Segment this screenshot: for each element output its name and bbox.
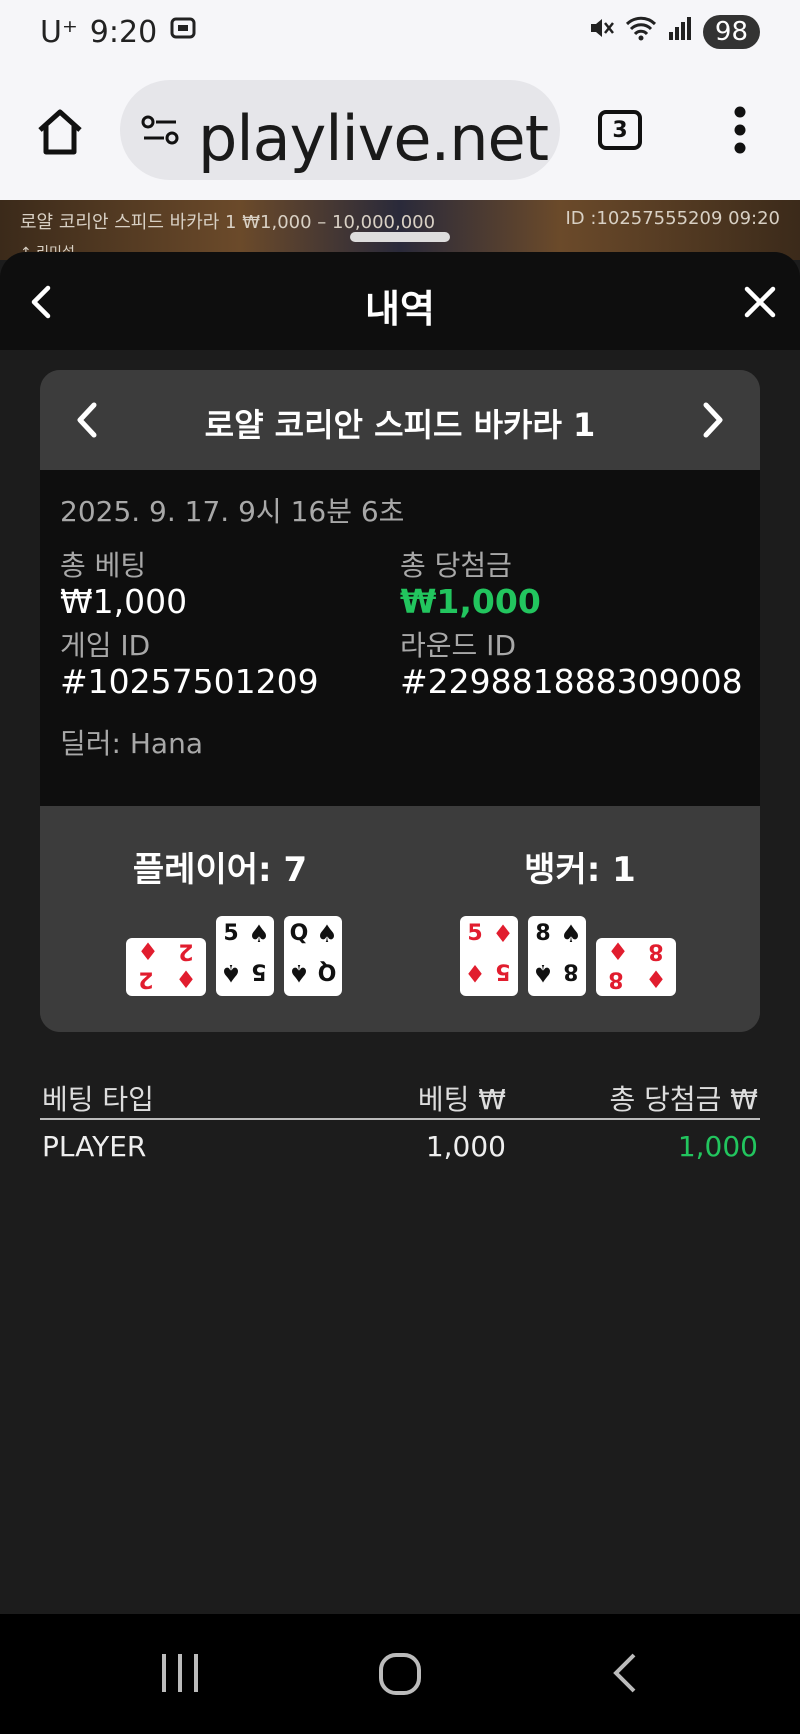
bet-type-cell: PLAYER	[42, 1130, 147, 1163]
svg-text:♠: ♠	[288, 959, 310, 987]
svg-text:Q: Q	[290, 921, 309, 946]
svg-text:5: 5	[495, 959, 510, 984]
screenshot-icon	[169, 14, 197, 50]
svg-text:♦: ♦	[607, 938, 629, 966]
col-bet-type: 베팅 타입	[42, 1083, 154, 1116]
battery-indicator: 98	[702, 15, 760, 49]
playing-card: 5 ♦ ♦ 5	[460, 916, 518, 996]
svg-text:♦: ♦	[492, 920, 514, 948]
playing-card: ♦ 8 8 ♦	[596, 938, 676, 996]
col-bet-amount: 베팅 ₩	[417, 1083, 506, 1116]
table-name: 로얄 코리안 스피드 바카라 1	[204, 406, 596, 444]
url-text: playlive.net	[198, 102, 549, 175]
svg-text:2: 2	[178, 939, 193, 964]
svg-text:♠: ♠	[560, 920, 582, 948]
tab-switcher-button[interactable]: 3	[598, 110, 642, 150]
svg-text:♠: ♠	[316, 920, 338, 948]
round-card: 로얄 코리안 스피드 바카라 1 2025. 9. 17. 9시 16분 6초 …	[40, 370, 760, 1032]
svg-text:8: 8	[648, 939, 663, 964]
home-icon[interactable]	[30, 104, 90, 160]
banker-hand-title: 뱅커: 1	[524, 850, 636, 890]
round-card-header: 로얄 코리안 스피드 바카라 1	[40, 370, 760, 470]
playing-card: ♦ 2 2 ♦	[126, 938, 206, 996]
svg-text:♦: ♦	[137, 938, 159, 966]
svg-text:♠: ♠	[248, 920, 270, 948]
round-details: 2025. 9. 17. 9시 16분 6초 총 베팅 ₩1,000 총 당첨금…	[40, 470, 760, 806]
system-nav-bar	[0, 1614, 800, 1734]
svg-text:8: 8	[563, 959, 578, 984]
round-id-label: 라운드 ID	[400, 629, 516, 662]
svg-text:5: 5	[223, 921, 238, 946]
game-id-label: 게임 ID	[60, 629, 151, 662]
svg-text:♦: ♦	[175, 966, 197, 994]
back-nav-icon[interactable]	[600, 1648, 650, 1698]
svg-text:8: 8	[608, 967, 623, 992]
col-total-win: 총 당첨금 ₩	[609, 1083, 758, 1116]
browser-toolbar: playlive.net 3	[0, 64, 800, 200]
bet-amount-cell: 1,000	[425, 1130, 506, 1163]
svg-text:2: 2	[138, 967, 153, 992]
svg-text:♠: ♠	[532, 959, 554, 987]
more-menu-icon[interactable]	[718, 100, 762, 160]
clock: 9:20	[89, 14, 158, 50]
status-bar: U⁺ 9:20 98	[0, 0, 800, 64]
mute-icon	[587, 14, 615, 50]
svg-text:♦: ♦	[645, 966, 667, 994]
sheet-title: 내역	[365, 287, 435, 331]
svg-text:♦: ♦	[464, 959, 486, 987]
game-strip-id: ID :10257555209 09:20	[565, 208, 780, 229]
history-sheet: 내역 로얄 코리안 스피드 바카라 1 2025. 9. 17. 9시 16분 …	[0, 252, 800, 1614]
bets-table-header: 베팅 타입 베팅 ₩ 총 당첨금 ₩	[40, 1074, 760, 1120]
total-bet-label: 총 베팅	[60, 549, 147, 582]
next-round-icon[interactable]	[692, 398, 732, 442]
url-bar[interactable]: playlive.net	[120, 80, 560, 180]
site-settings-icon[interactable]	[138, 110, 182, 150]
total-bet-value: ₩1,000	[60, 582, 188, 621]
dealer-name: 딜러: Hana	[60, 727, 203, 760]
round-id-value: #229881888309008	[400, 662, 743, 701]
game-strip-title: 로얄 코리안 스피드 바카라 1 ₩1,000 – 10,000,000	[20, 212, 436, 233]
carrier-label: U⁺	[40, 14, 78, 50]
total-win-label: 총 당첨금	[400, 549, 512, 582]
total-win-value: ₩1,000	[400, 582, 541, 621]
playing-card: 8 ♠ ♠ 8	[528, 916, 586, 996]
game-background-strip: 로얄 코리안 스피드 바카라 1 ₩1,000 – 10,000,000 ID …	[0, 200, 800, 260]
svg-text:8: 8	[535, 921, 550, 946]
game-id-value: #10257501209	[60, 662, 319, 701]
svg-text:♠: ♠	[220, 959, 242, 987]
table-row: PLAYER 1,000 1,000	[40, 1124, 760, 1174]
wifi-icon	[625, 14, 657, 50]
recent-apps-icon[interactable]	[150, 1648, 210, 1698]
svg-text:Q: Q	[318, 959, 337, 984]
hands-area: 플레이어: 7 뱅커: 1 ♦ 2 2 ♦ 5 ♠ ♠ 5 Q ♠ ♠ Q 5 ♦ ♦ 5 8 ♠ ♠ 8 ♦ 8 8 ♦	[40, 806, 760, 1032]
signal-icon	[667, 14, 693, 50]
close-icon[interactable]	[738, 280, 782, 324]
home-nav-icon[interactable]	[370, 1644, 430, 1704]
playing-card: 5 ♠ ♠ 5	[216, 916, 274, 996]
sheet-header: 내역	[0, 252, 800, 350]
svg-text:5: 5	[467, 921, 482, 946]
svg-text:5: 5	[251, 959, 266, 984]
playing-card: Q ♠ ♠ Q	[284, 916, 342, 996]
sheet-drag-handle[interactable]	[350, 232, 450, 242]
player-hand-title: 플레이어: 7	[132, 850, 308, 890]
round-datetime: 2025. 9. 17. 9시 16분 6초	[60, 495, 405, 528]
win-amount-cell: 1,000	[677, 1130, 758, 1163]
